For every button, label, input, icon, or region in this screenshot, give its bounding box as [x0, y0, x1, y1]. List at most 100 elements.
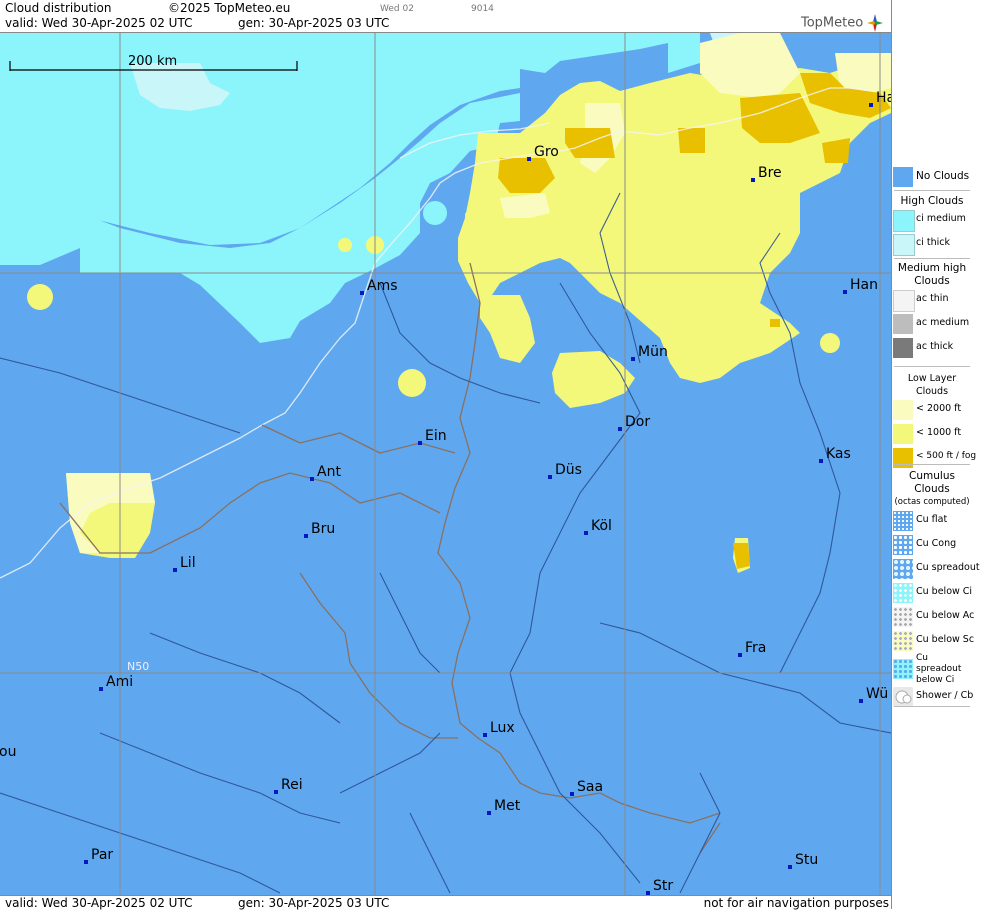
city-label: Dor	[625, 414, 650, 430]
run-code: 9014	[471, 4, 494, 14]
city-marker-icon	[304, 534, 308, 538]
scale-label: 200 km	[128, 54, 177, 69]
medium-clouds-title: Medium high Clouds	[897, 262, 967, 287]
low-1000-label: < 1000 ft	[916, 427, 962, 438]
city-label: Ami	[106, 674, 133, 690]
legend-no-clouds: No Clouds	[892, 165, 972, 189]
map-header: Cloud distribution ©2025 TopMeteo.eu Wed…	[0, 0, 891, 33]
city-label: Met	[494, 798, 521, 814]
city-marker-icon	[418, 441, 422, 445]
disclaimer-text: not for air navigation purposes	[703, 896, 889, 910]
copyright-text: ©2025 TopMeteo.eu	[168, 1, 291, 15]
cu-spreadout-below-ci-label: Cu spreadout below Ci	[916, 653, 962, 685]
ci-thick-label: ci thick	[916, 237, 950, 248]
ac-medium-swatch	[893, 314, 913, 334]
cu-cong-label: Cu Cong	[916, 538, 957, 549]
city-label: Lil	[180, 555, 196, 571]
city-label: Gro	[534, 144, 559, 160]
no-clouds-swatch	[893, 167, 913, 187]
cumulus-subtitle: (octas computed)	[894, 497, 970, 507]
city-label: Lux	[490, 720, 515, 736]
cu-cong-swatch	[893, 535, 913, 555]
low-500-swatch	[893, 448, 913, 468]
city-label: Düs	[555, 462, 582, 478]
cloud-map[interactable]: N50 200 km Gro Bre Ha Ams Han Mün Dor Ein Ant Düs…	[0, 33, 891, 895]
low-2000-swatch	[893, 400, 913, 420]
city-marker-icon	[360, 291, 364, 295]
cu-flat-swatch	[893, 511, 913, 531]
city-marker-icon	[751, 178, 755, 182]
cu-flat-label: Cu flat	[916, 514, 948, 525]
cu-below-ci-swatch	[893, 583, 913, 603]
city-marker-icon	[584, 531, 588, 535]
cu-below-sc-swatch	[893, 631, 913, 651]
legend-low-clouds: Low Layer Clouds < 2000 ft < 1000 ft < 5…	[892, 372, 976, 470]
city-marker-icon	[99, 687, 103, 691]
city-label: Bru	[311, 521, 335, 537]
shower-cb-label: Shower / Cb	[916, 690, 974, 701]
legend-high-clouds: High Clouds ci medium ci thick	[892, 195, 972, 256]
city-label: Str	[653, 878, 673, 894]
logo-text: TopMeteo	[800, 15, 864, 31]
city-label: Rei	[281, 777, 303, 793]
city-marker-icon	[487, 811, 491, 815]
cumulus-title: Cumulus Clouds	[909, 470, 955, 495]
legend-panel: No Clouds High Clouds ci medium ci thick…	[891, 0, 983, 909]
city-marker-icon	[527, 157, 531, 161]
city-marker-icon	[570, 792, 574, 796]
city-ou: ou	[0, 744, 16, 760]
legend-medium-clouds: Medium high Clouds ac thin ac medium ac …	[892, 262, 972, 360]
city-label: Ant	[317, 464, 341, 480]
ac-thin-label: ac thin	[916, 293, 949, 304]
city-label: ou	[0, 744, 16, 760]
high-clouds-title: High Clouds	[900, 195, 964, 207]
city-marker-icon	[631, 357, 635, 361]
cu-below-ac-label: Cu below Ac	[916, 610, 975, 621]
low-500-label: < 500 ft / fog	[916, 451, 977, 461]
city-marker-icon	[819, 459, 823, 463]
ci-medium-label: ci medium	[916, 213, 966, 224]
city-marker-icon	[618, 427, 622, 431]
legend-cumulus-clouds: Cumulus Clouds (octas computed) Cu flat …	[892, 470, 980, 709]
cu-below-sc-label: Cu below Sc	[916, 634, 975, 645]
grid-label-n50: N50	[127, 660, 149, 673]
city-marker-icon	[548, 475, 552, 479]
cu-spreadout-below-ci-swatch	[893, 659, 913, 679]
city-marker-icon	[483, 733, 487, 737]
city-label: Ams	[367, 278, 398, 294]
ac-thick-label: ac thick	[916, 341, 954, 352]
city-marker-icon	[84, 860, 88, 864]
footer-generated-time: gen: 30-Apr-2025 03 UTC	[238, 896, 390, 910]
compass-rose-icon	[867, 14, 883, 32]
map-title: Cloud distribution	[5, 1, 112, 15]
ac-thin-swatch	[893, 290, 915, 312]
city-label: Saa	[577, 779, 603, 795]
city-label: Ein	[425, 428, 447, 444]
shower-cb-swatch	[893, 687, 913, 707]
cu-spreadout-label: Cu spreadout	[916, 562, 980, 573]
footer-valid-time: valid: Wed 30-Apr-2025 02 UTC	[5, 896, 193, 910]
city-marker-icon	[173, 568, 177, 572]
no-clouds-label: No Clouds	[916, 170, 970, 182]
city-marker-icon	[843, 290, 847, 294]
ci-medium-swatch	[893, 210, 915, 232]
city-label: Wü	[866, 686, 888, 702]
city-label: Mün	[638, 344, 668, 360]
ci-thick-swatch	[893, 234, 915, 256]
city-label: Stu	[795, 852, 818, 868]
city-label: Kas	[826, 446, 851, 462]
topmeteo-logo: TopMeteo	[801, 14, 883, 32]
cu-below-ci-label: Cu below Ci	[916, 586, 973, 597]
shower-cb-icon	[895, 690, 912, 704]
city-marker-icon	[310, 477, 314, 481]
city-marker-icon	[738, 653, 742, 657]
city-marker-icon	[274, 790, 278, 794]
map-footer: valid: Wed 30-Apr-2025 02 UTC gen: 30-Ap…	[0, 895, 891, 910]
city-label: Ha	[876, 90, 891, 106]
cu-spreadout-swatch	[893, 559, 913, 579]
generated-time: gen: 30-Apr-2025 03 UTC	[238, 16, 390, 30]
low-clouds-title: Low Layer Clouds	[907, 373, 957, 397]
city-label: Köl	[591, 518, 612, 534]
ac-thick-swatch	[893, 338, 913, 358]
low-1000-swatch	[893, 424, 913, 444]
